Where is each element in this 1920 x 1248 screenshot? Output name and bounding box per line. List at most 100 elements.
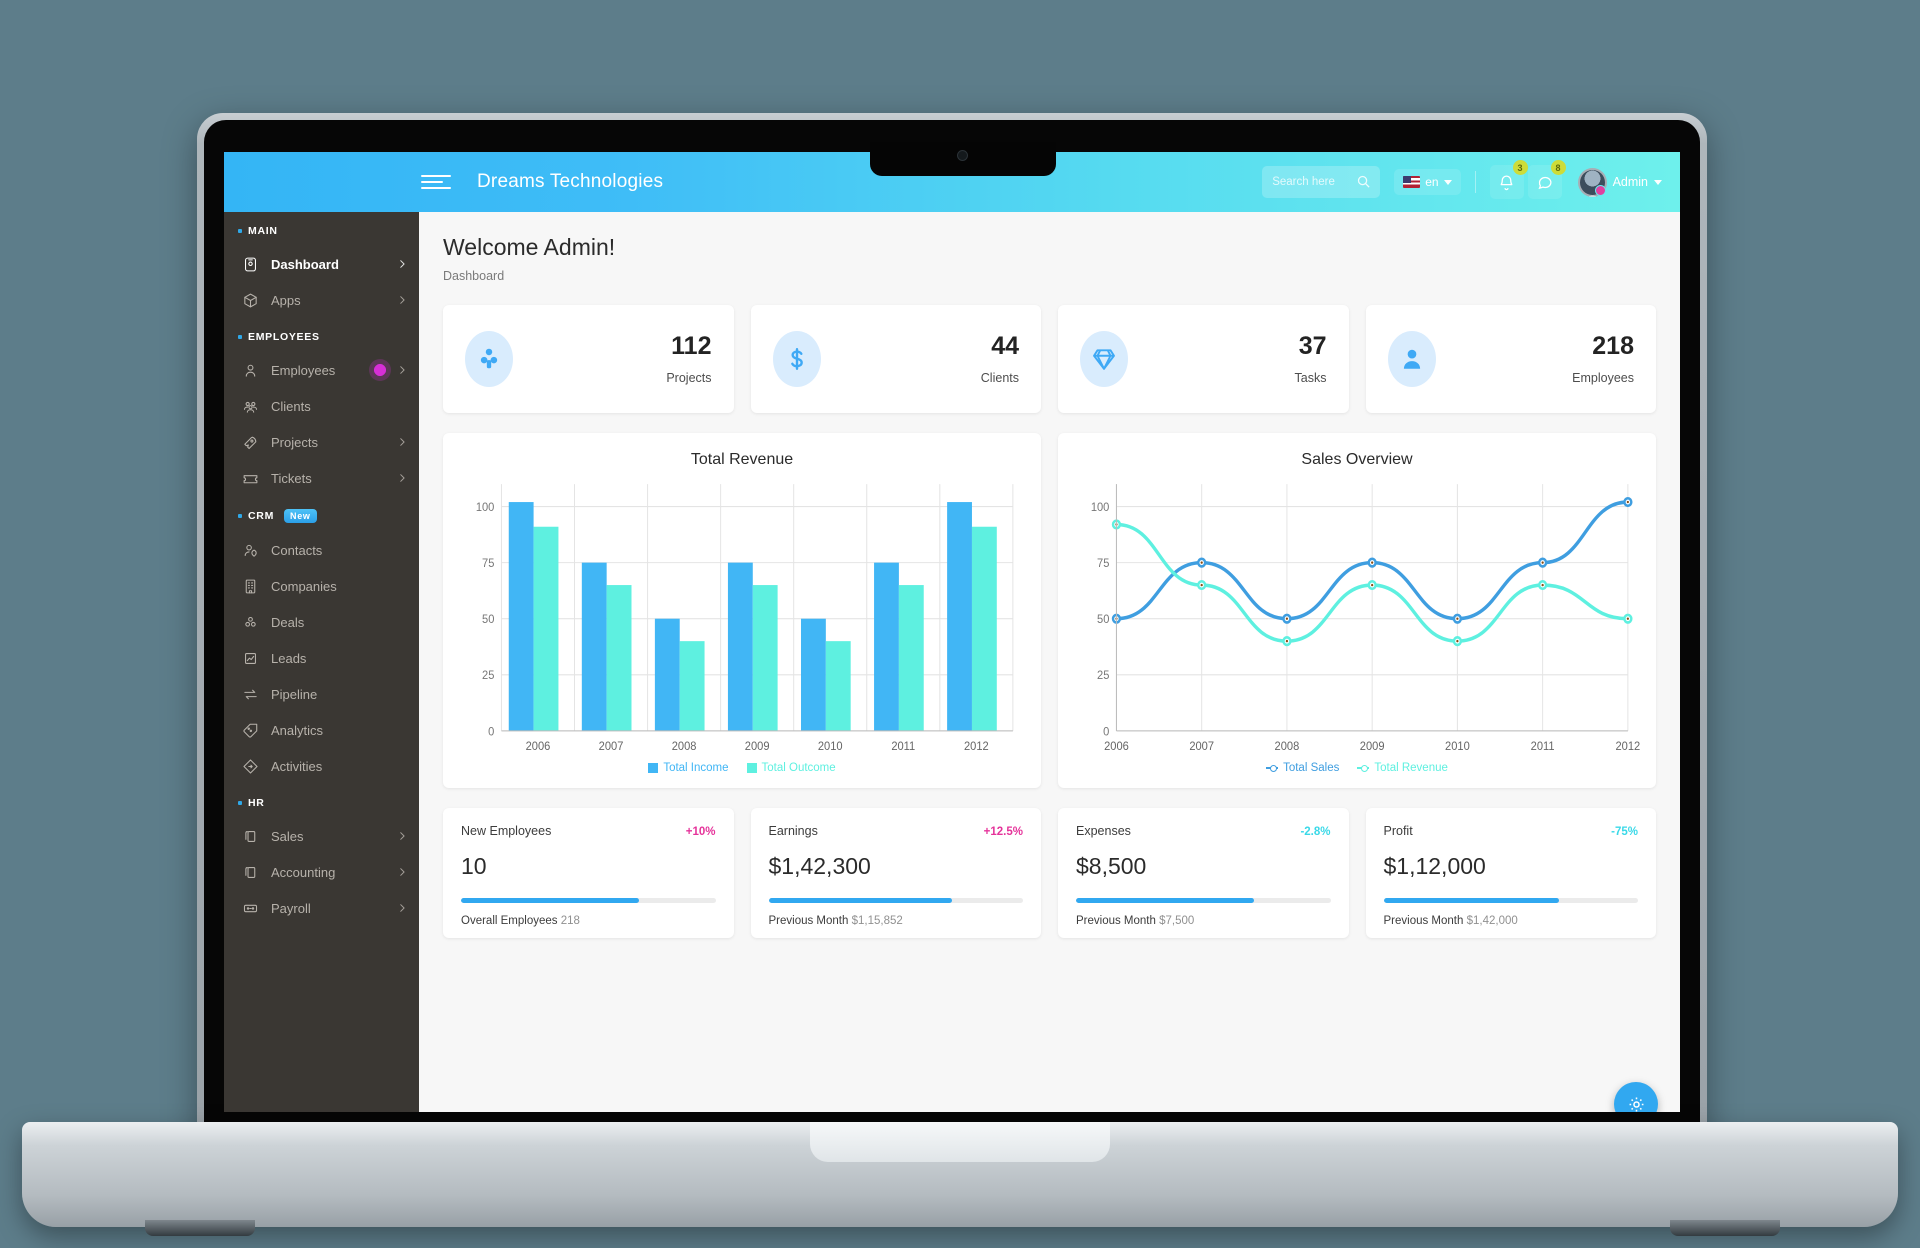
chevron-right-icon [397,473,407,483]
svg-text:2010: 2010 [1445,739,1470,753]
stat-card-projects[interactable]: 112 Projects [443,305,734,413]
chart-title: Total Revenue [690,451,794,468]
sidebar-item-sales[interactable]: Sales [224,818,419,854]
metric-subvalue: $1,42,000 [1466,915,1518,927]
svg-text:0: 0 [488,725,495,739]
sidebar-item-contacts[interactable]: Contacts [224,532,419,568]
sidebar-item-label: Employees [271,362,336,378]
svg-text:2009: 2009 [745,739,770,753]
stat-card-clients[interactable]: 44 Clients [750,305,1041,413]
sidebar-item-leads[interactable]: Leads [224,640,419,676]
metric-header: Earnings +12.5% [769,824,1024,838]
chevron-right-icon [397,437,407,447]
sidebar-item-label: Projects [271,434,318,450]
sidebar-item-label: Contacts [271,542,323,558]
laptop-screen: Dreams Technologies Search here en 3 8 A… [224,152,1680,1112]
sidebar-item-pipeline[interactable]: Pipeline [224,676,419,712]
metric-card-expenses[interactable]: Expenses -2.8% $8,500 Previous Month $7,500 [1058,808,1349,938]
stat-label: Employees [1572,370,1634,385]
notification-bell-button[interactable]: 3 [1489,160,1528,199]
copy-icon [240,862,260,882]
page-title: Welcome Admin! [443,234,616,260]
sidebar-item-label: Clients [271,398,311,414]
projects-icon [465,331,513,387]
hamburger-icon[interactable] [421,175,451,189]
svg-text:75: 75 [1097,557,1109,571]
new-badge: New [284,509,317,523]
leads-chart-icon [240,648,260,668]
sidebar-item-activities[interactable]: Activities [224,748,419,784]
metric-header: Expenses -2.8% [1076,824,1331,838]
stat-card-employees[interactable]: 218 Employees [1365,305,1656,413]
language-selector[interactable]: en [1394,169,1461,195]
main-content: Welcome Admin! Dashboard 112 Projects 44 Cl… [419,212,1680,1112]
sidebar-item-tickets[interactable]: Tickets [224,460,419,496]
sidebar-item-dashboard[interactable]: Dashboard [224,246,419,282]
section-dot-icon [238,229,242,233]
navbar-divider [1474,171,1476,193]
building-icon [240,576,260,596]
breadcrumb: Dashboard [443,269,505,283]
metric-card-profit[interactable]: Profit -75% $1,12,000 Previous Month $1,42,… [1365,808,1656,938]
metric-delta: +12.5% [983,826,1023,838]
stat-label: Tasks [1294,370,1327,385]
legend-line-marker [1357,765,1370,772]
svg-text:2006: 2006 [526,739,551,753]
sidebar-item-label: Dashboard [271,256,339,272]
sidebar-section-crm: CRM New [224,496,419,532]
sidebar-item-label: Analytics [271,722,324,738]
metric-subtext: Previous Month $7,500 [1076,915,1195,927]
legend-label: Total Sales [1283,762,1340,774]
metric-subvalue: 218 [560,915,580,927]
laptop-foot-left [145,1220,255,1236]
user-menu[interactable]: Admin [1577,167,1662,197]
copy-icon [240,826,260,846]
sidebar-item-payroll[interactable]: Payroll [224,890,419,926]
sidebar-item-companies[interactable]: Companies [224,568,419,604]
metric-progress-bar [1383,898,1638,903]
sidebar-item-projects[interactable]: Projects [224,424,419,460]
message-button[interactable]: 8 [1527,160,1566,199]
status-indicator [369,359,391,381]
chevron-right-icon [397,903,407,913]
legend-item: Total Outcome [746,762,836,774]
sidebar-item-employees[interactable]: Employees [224,352,419,388]
sidebar-item-apps[interactable]: Apps [224,282,419,318]
screenshot-stage: Dreams Technologies Search here en 3 8 A… [0,0,1920,1248]
stat-card-tasks[interactable]: 37 Tasks [1058,305,1349,413]
sidebar-item-label: Deals [271,614,305,630]
sidebar[interactable]: MAIN Dashboard Apps EMPLOYEES Employees Clien… [224,212,419,1112]
metric-value: $1,12,000 [1383,853,1486,879]
laptop-camera-icon [957,150,968,161]
metric-card-new-employees[interactable]: New Employees +10% 10 Overall Employees 218 [443,808,734,938]
sidebar-item-label: Sales [271,828,304,844]
sidebar-item-accounting[interactable]: Accounting [224,854,419,890]
sidebar-item-analytics[interactable]: Analytics [224,712,419,748]
sidebar-item-deals[interactable]: Deals [224,604,419,640]
sidebar-item-clients[interactable]: Clients [224,388,419,424]
sidebar-section-label: MAIN [248,225,278,237]
stat-text: 218 Employees [1572,333,1634,385]
svg-text:2012: 2012 [964,739,989,753]
metric-value: $1,42,300 [768,853,871,879]
apps-cube-icon [240,290,260,310]
metric-label: Earnings [768,824,818,838]
payroll-icon [240,898,260,918]
pipeline-arrows-icon [240,684,260,704]
settings-fab-button[interactable] [1614,1082,1658,1112]
metric-card-earnings[interactable]: Earnings +12.5% $1,42,300 Previous Month $1… [750,808,1041,938]
legend-swatch [746,763,757,773]
search-placeholder: Search here [1272,176,1335,188]
metric-delta: -2.8% [1300,826,1331,838]
sidebar-item-label: Payroll [271,900,311,916]
notification-badge: 3 [1512,160,1528,175]
charts-row: Total Revenue 0 25 50 75 100 2006 2007 2008 2009… [443,433,1656,788]
search-icon [1358,175,1370,188]
sales-overview-chart-card: Sales Overview 0 25 50 75 100 2006 2007 2008 200… [1058,433,1656,788]
deals-icon [240,612,260,632]
sidebar-section-label: CRM [248,510,275,522]
search-input[interactable]: Search here [1262,166,1381,198]
metric-delta: -75% [1611,826,1638,838]
activities-diamond-icon [240,756,260,776]
section-dot-icon [238,335,242,339]
